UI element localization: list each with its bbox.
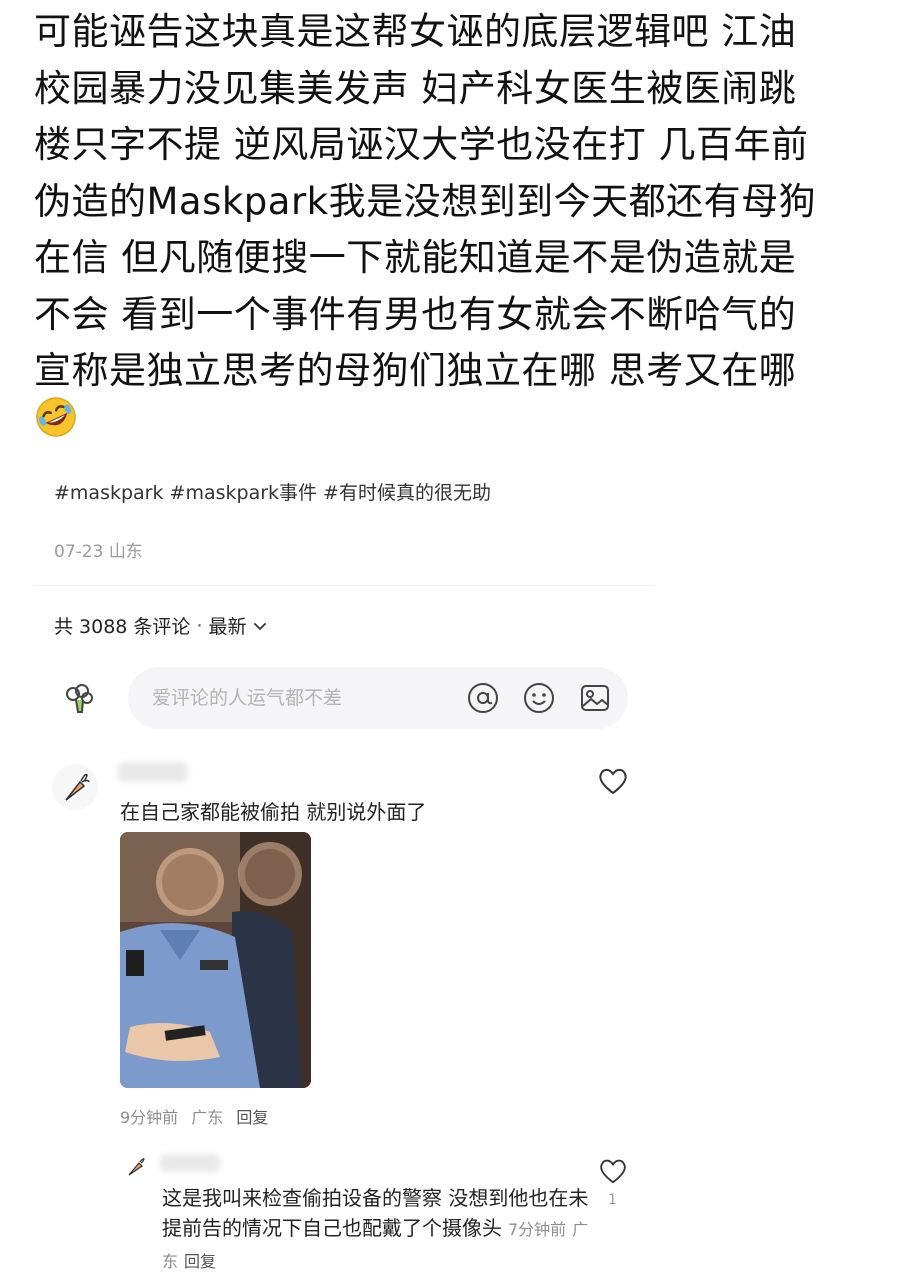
sort-dropdown[interactable]: 最新 <box>208 612 266 639</box>
post-line: 伪造的Maskpark我是没想到到今天都还有母狗 <box>34 179 817 223</box>
divider <box>34 585 654 586</box>
comment-text: 在自己家都能被偷拍 就别说外面了 <box>120 800 427 824</box>
reply-button[interactable]: 回复 <box>184 1252 216 1271</box>
post-line: 宣称是独立思考的母狗们独立在哪 思考又在哪 <box>34 349 797 392</box>
avatar[interactable] <box>124 1155 148 1179</box>
post-body: 可能诬告这块真是这帮女诬的底层逻辑吧 江油 校园暴力没见集美发声 妇产科女医生被… <box>34 4 884 400</box>
heart-icon[interactable] <box>597 766 629 796</box>
comment-time: 9分钟前 <box>120 1108 179 1127</box>
comment-input-row <box>62 667 630 729</box>
broccoli-avatar-icon[interactable] <box>62 682 96 716</box>
post-date: 07-23 <box>54 542 104 562</box>
post-line: 楼只字不提 逆风局诬汉大学也没在打 几百年前 <box>34 123 809 166</box>
comments-header: 共 3088 条评论 · 最新 <box>54 612 267 639</box>
sort-label: 最新 <box>208 616 247 638</box>
avatar[interactable] <box>52 764 98 810</box>
username-blurred[interactable] <box>160 1154 220 1172</box>
comment-body: 这是我叫来检查偷拍设备的警察 没想到他也在未提前告的情况下自己也配戴了个摄像头 7… <box>162 1183 592 1277</box>
username-blurred[interactable] <box>118 762 188 782</box>
separator-dot: · <box>196 614 203 637</box>
post-line: 可能诬告这块真是这帮女诬的底层逻辑吧 江油 <box>34 10 797 53</box>
comment-count: 共 3088 条评论 <box>54 616 191 638</box>
comment-meta: 9分钟前 广东 回复 <box>120 1104 276 1128</box>
post-meta: 07-23 山东 <box>54 537 143 562</box>
comment-time: 7分钟前 <box>508 1220 567 1239</box>
post-line: 在信 但凡随便搜一下就能知道是不是伪造就是 <box>34 236 797 279</box>
hashtag-list[interactable]: #maskpark #maskpark事件 #有时候真的很无助 <box>54 478 491 505</box>
comment-input-box[interactable] <box>128 667 628 729</box>
chevron-down-icon <box>253 615 267 637</box>
comment-location: 广东 <box>191 1108 224 1127</box>
mention-icon[interactable] <box>466 681 500 715</box>
like-count: 1 <box>608 1192 617 1208</box>
heart-icon[interactable] <box>598 1157 628 1185</box>
post-line: 不会 看到一个事件有男也有女就会不断哈气的 <box>34 292 797 336</box>
image-icon[interactable] <box>578 681 612 715</box>
rolling-on-floor-laughing-icon <box>34 395 78 439</box>
reply-button[interactable]: 回复 <box>236 1108 268 1127</box>
comment-input[interactable] <box>152 687 452 709</box>
emoji-icon[interactable] <box>522 681 556 715</box>
post-line: 校园暴力没见集美发声 妇产科女医生被医闹跳 <box>34 66 797 110</box>
comment-photo[interactable] <box>120 832 311 1088</box>
post-location: 山东 <box>108 542 143 562</box>
input-actions <box>466 681 612 715</box>
